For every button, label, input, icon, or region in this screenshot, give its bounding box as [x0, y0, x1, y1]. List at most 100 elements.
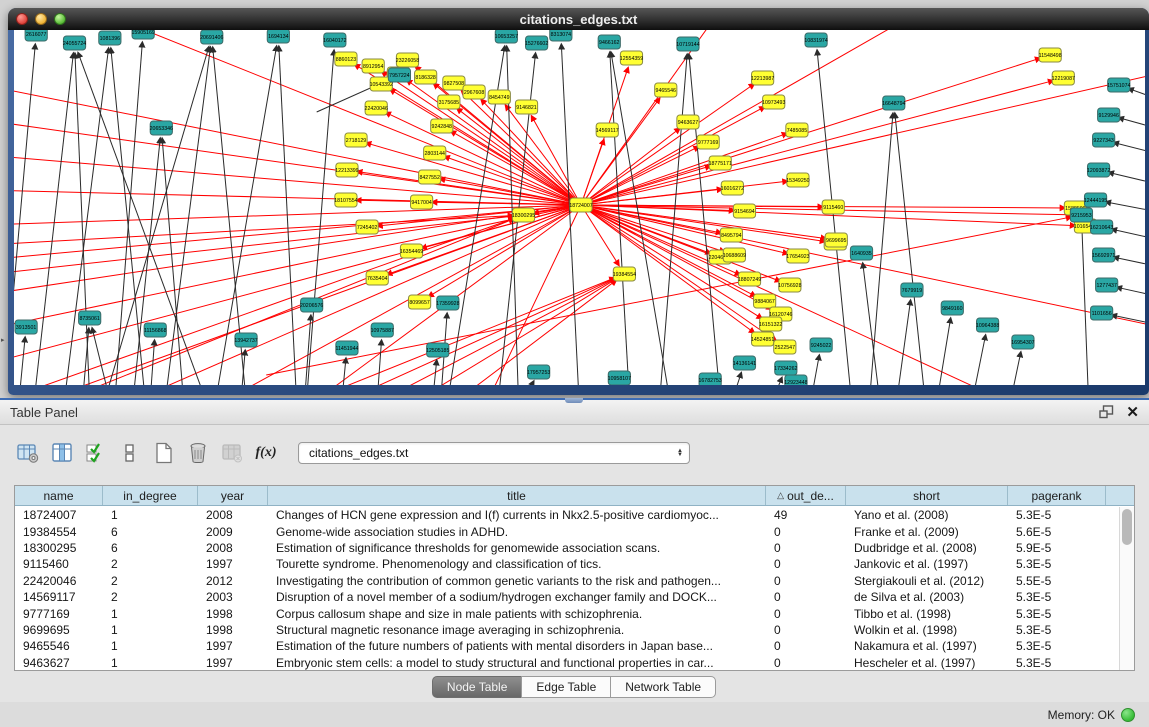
network-node[interactable]: 9227343 [1093, 133, 1115, 147]
network-node[interactable]: 9827508 [443, 76, 465, 90]
table-settings-icon[interactable] [14, 440, 42, 466]
table-row[interactable]: 977716911998Corpus callosum shape and si… [15, 605, 1119, 621]
network-node[interactable]: 9242848 [431, 119, 453, 133]
network-node[interactable]: 9884067 [754, 294, 776, 308]
close-panel-icon[interactable]: ✕ [1126, 403, 1139, 421]
network-node[interactable]: 8313074 [550, 30, 572, 41]
network-node[interactable]: 1081396 [99, 31, 121, 45]
network-node[interactable]: 12219087 [1052, 71, 1075, 85]
network-node[interactable]: 10964388 [976, 318, 999, 332]
tab-node-table[interactable]: Node Table [432, 676, 523, 698]
network-node[interactable]: 9466162 [598, 35, 620, 49]
network-node[interactable]: 8912954 [362, 59, 384, 73]
table-selector[interactable]: citations_edges.txt ▲▼ [298, 442, 690, 464]
network-node[interactable]: 12213987 [751, 71, 774, 85]
table-row[interactable]: 911546021997Tourette syndrome. Phenomeno… [15, 556, 1119, 572]
scrollbar-thumb[interactable] [1122, 509, 1132, 545]
network-node[interactable]: 7679919 [901, 283, 923, 297]
network-node[interactable]: 7245402 [356, 220, 378, 234]
network-node[interactable]: 18107554 [334, 193, 357, 207]
network-node[interactable]: 14524851 [751, 332, 774, 346]
tab-edge-table[interactable]: Edge Table [521, 676, 611, 698]
network-node[interactable]: 11548498 [1039, 48, 1062, 62]
network-node[interactable]: 24055724 [63, 36, 86, 50]
memory-status-indicator[interactable] [1121, 708, 1135, 722]
network-node[interactable]: 16954307 [1011, 335, 1034, 349]
network-node[interactable]: 1277437 [1096, 278, 1118, 292]
network-node[interactable]: 18807249 [738, 272, 761, 286]
network-node[interactable]: 16040172 [323, 33, 346, 47]
table-row[interactable]: 946554611997Estimation of the future num… [15, 638, 1119, 654]
network-node[interactable]: 20691406 [200, 30, 223, 44]
network-node[interactable]: 16016272 [721, 181, 744, 195]
network-node[interactable]: 17359928 [436, 296, 459, 310]
network-node[interactable]: 1694134 [267, 30, 289, 43]
network-node[interactable]: 23226058 [396, 53, 419, 67]
network-node[interactable]: 8427552 [419, 170, 441, 184]
network-node[interactable]: 10719144 [676, 37, 699, 51]
network-node[interactable]: 2803144 [424, 146, 446, 160]
network-node[interactable]: 19384554 [613, 267, 636, 281]
network-window-titlebar[interactable]: citations_edges.txt [8, 8, 1149, 30]
network-node[interactable]: 9129946 [1098, 108, 1120, 122]
column-header-pagerank[interactable]: pagerank [1008, 486, 1106, 505]
column-header-in_degree[interactable]: in_degree [103, 486, 198, 505]
network-node[interactable]: 14569117 [596, 123, 619, 137]
network-node[interactable]: 8099657 [408, 295, 430, 309]
network-node[interactable]: 12554359 [620, 51, 643, 65]
float-panel-icon[interactable] [1099, 405, 1114, 419]
network-node[interactable]: 9699695 [825, 233, 847, 247]
network-node[interactable]: 20653346 [150, 121, 173, 135]
network-node[interactable]: 9463627 [677, 115, 699, 129]
network-node[interactable]: 15751074 [1107, 78, 1130, 92]
network-node[interactable]: 15692971 [1092, 248, 1115, 262]
network-node[interactable]: 9146821 [515, 100, 537, 114]
column-header-year[interactable]: year [198, 486, 268, 505]
network-node[interactable]: 12213399 [335, 163, 358, 177]
table-row[interactable]: 946362711997Embryonic stem cells: a mode… [15, 655, 1119, 671]
table-row[interactable]: 1938455462009Genome-wide association stu… [15, 523, 1119, 539]
network-node[interactable]: 16210643 [1090, 220, 1113, 234]
network-node[interactable]: 10831974 [804, 33, 827, 47]
show-columns-icon[interactable] [48, 440, 76, 466]
network-node[interactable]: 20206576 [300, 298, 323, 312]
table-row[interactable]: 1830029562008Estimation of significance … [15, 540, 1119, 556]
network-node[interactable]: 9245022 [810, 338, 832, 352]
network-node[interactable]: 8860123 [335, 52, 357, 66]
network-node[interactable]: 3175685 [438, 95, 460, 109]
table-scrollbar[interactable] [1119, 507, 1134, 670]
network-node[interactable]: 16648794 [882, 96, 905, 110]
network-node[interactable]: 2967608 [463, 85, 485, 99]
network-node[interactable]: 3913501 [15, 320, 37, 334]
network-node[interactable]: 10975887 [371, 323, 394, 337]
select-rows-icon[interactable] [82, 440, 110, 466]
minimize-window-button[interactable] [35, 13, 47, 25]
new-file-icon[interactable] [150, 440, 178, 466]
panel-collapse-arrow[interactable]: ▸ [1, 336, 5, 344]
network-node[interactable]: 7485085 [786, 123, 808, 137]
table-row[interactable]: 1872400712008Changes of HCN gene express… [15, 507, 1119, 523]
network-node[interactable]: 12923448 [784, 375, 807, 385]
tab-network-table[interactable]: Network Table [610, 676, 716, 698]
network-node[interactable]: 17334262 [774, 361, 797, 375]
network-node[interactable]: 7635404 [366, 271, 388, 285]
network-node[interactable]: 13942737 [234, 333, 257, 347]
network-node[interactable]: 2616077 [25, 30, 47, 41]
network-node[interactable]: 9154694 [733, 204, 755, 218]
network-node[interactable]: 18300295 [512, 208, 535, 222]
network-node[interactable]: 8495794 [720, 228, 742, 242]
network-node[interactable]: 17957253 [527, 365, 550, 379]
network-node[interactable]: 15276602 [525, 36, 548, 50]
network-node[interactable]: 11156868 [144, 323, 167, 337]
function-icon[interactable]: f(x) [252, 440, 280, 466]
network-node[interactable]: 12093872 [1087, 163, 1110, 177]
network-canvas[interactable]: 1872400718300295886012389129542322605898… [14, 30, 1145, 385]
network-node[interactable]: 16151322 [759, 317, 782, 331]
network-node[interactable]: 2522547 [774, 340, 796, 354]
network-node[interactable]: 15905169 [131, 30, 154, 39]
network-node[interactable]: 16354469 [400, 244, 423, 258]
network-node[interactable]: 10756928 [778, 278, 801, 292]
network-node[interactable]: 9465546 [655, 83, 677, 97]
network-node[interactable]: 14136141 [733, 356, 756, 370]
delete-file-icon[interactable] [184, 440, 212, 466]
